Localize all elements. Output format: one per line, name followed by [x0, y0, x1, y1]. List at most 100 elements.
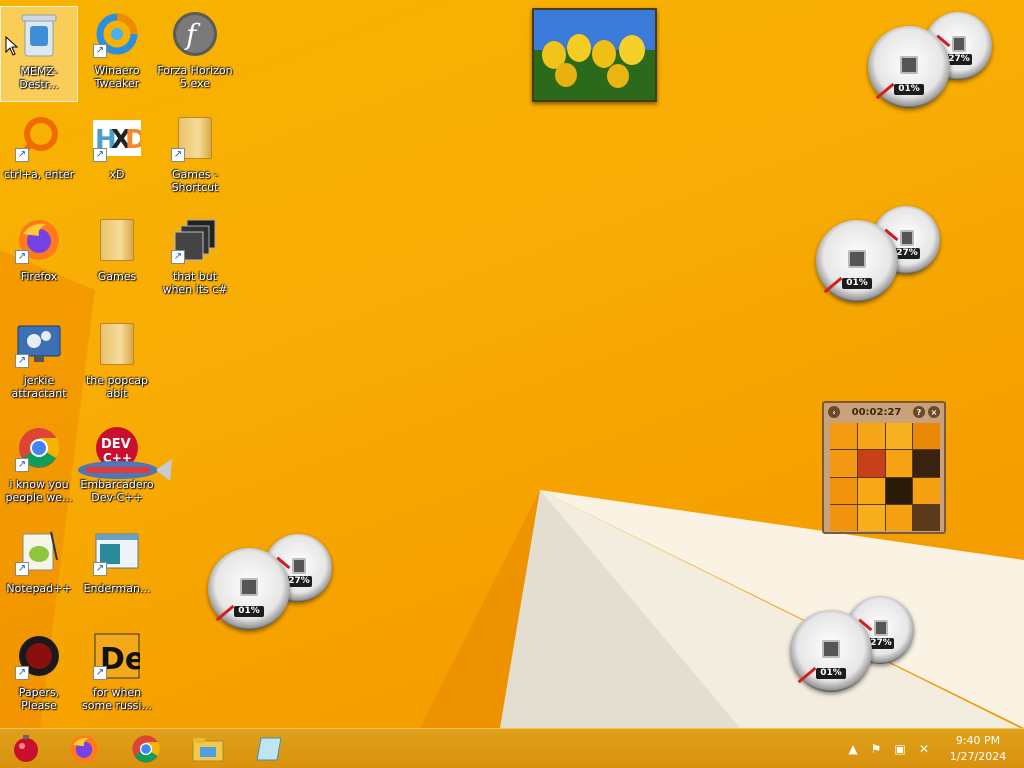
cpu-percent: 01% [816, 668, 846, 679]
notepad-plus-plus-icon: ↗ [15, 528, 63, 576]
desktop-icon-firefox[interactable]: ↗ Firefox [0, 212, 78, 308]
icon-label: xD [109, 168, 125, 181]
shortcut-arrow-icon: ↗ [93, 148, 107, 162]
help-icon[interactable]: ? [913, 406, 925, 418]
start-button[interactable] [0, 731, 52, 767]
folder-icon [93, 216, 141, 264]
puzzle-tile[interactable] [857, 477, 885, 504]
svg-text:DEV: DEV [101, 437, 131, 452]
cpu-gauge: 01% [790, 610, 872, 692]
icon-label: Notepad++ [6, 582, 72, 595]
action-center-flag-icon[interactable]: ⚑ [868, 741, 884, 757]
papers-please-icon: ↗ [15, 632, 63, 680]
puzzle-tile[interactable] [830, 504, 857, 531]
icon-label: Games [97, 270, 137, 283]
desktop-icon-popcap[interactable]: the popcap abit [78, 316, 156, 412]
monitor-gear-icon: ↗ [15, 320, 63, 368]
taskbar-clock[interactable]: 9:40 PM 1/27/2024 [940, 733, 1016, 765]
taskbar-firefox[interactable] [58, 731, 110, 767]
desktop-icon-notepad-plus-plus[interactable]: ↗ Notepad++ [0, 524, 78, 620]
desktop-icon-games-shortcut[interactable]: ↗ Games - Shortcut [156, 110, 234, 206]
icon-label: for when some russi... [82, 686, 152, 712]
show-hidden-icons-icon[interactable]: ▲ [845, 741, 861, 757]
desktop-icon-papers-please[interactable]: ↗ Papers, Please [0, 628, 78, 724]
icon-label: Papers, Please [18, 686, 60, 712]
icon-label: that but when its c# [162, 270, 228, 296]
shortcut-arrow-icon: ↗ [15, 562, 29, 576]
cpu-meter-gadget-3[interactable]: 27% 01% [208, 534, 334, 630]
icon-label: ctrl+a, enter [3, 168, 75, 181]
puzzle-tile[interactable] [913, 450, 940, 477]
taskbar-notepad[interactable] [244, 731, 296, 767]
shortcut-arrow-icon: ↗ [15, 250, 29, 264]
puzzle-tile[interactable] [885, 450, 913, 477]
volume-muted-icon[interactable]: ✕ [916, 741, 932, 757]
shortcut-arrow-icon: ↗ [171, 250, 185, 264]
back-icon[interactable]: ‹ [828, 406, 840, 418]
tulips-photo [534, 10, 655, 100]
notepad-icon [256, 737, 282, 761]
shortcut-arrow-icon: ↗ [15, 148, 29, 162]
taskbar-chrome[interactable] [120, 731, 172, 767]
desktop-icon-chrome[interactable]: ↗ i know you people we... [0, 420, 78, 516]
puzzle-tile[interactable] [885, 477, 913, 504]
recycle-bin-icon [15, 11, 63, 59]
puzzle-tile[interactable] [913, 477, 940, 504]
puzzle-tile[interactable] [830, 423, 857, 450]
file-explorer-icon [192, 738, 224, 762]
desktop-icon-games[interactable]: Games [78, 212, 156, 308]
taskbar-file-explorer[interactable] [182, 731, 234, 767]
de-icon: De ↗ [93, 632, 141, 680]
puzzle-tile[interactable] [857, 450, 885, 477]
puzzle-tile[interactable] [857, 504, 885, 531]
window-icon: ↗ [93, 528, 141, 576]
cpu-meter-gadget-2[interactable]: 27% 01% [816, 206, 942, 302]
svg-text:D: D [125, 125, 141, 155]
puzzle-empty-slot [913, 504, 940, 531]
desktop-icon-jerkie-attractant[interactable]: ↗ jerkie attractant [0, 316, 78, 412]
shortcut-arrow-icon: ↗ [15, 354, 29, 368]
desktop-icon-winaero-tweaker[interactable]: ↗ Winaero Tweaker [78, 6, 156, 102]
cpu-percent: 01% [894, 84, 924, 95]
chrome-icon [132, 735, 160, 763]
cpu-percent: 01% [842, 278, 872, 289]
firefox-icon: ↗ [15, 216, 63, 264]
desktop-icon-enderman[interactable]: ↗ Enderman... [78, 524, 156, 620]
puzzle-tile[interactable] [885, 504, 913, 531]
puzzle-tile[interactable] [885, 423, 913, 450]
puzzle-tile[interactable] [830, 477, 857, 504]
taskbar: ▲ ⚑ ▣ ✕ 9:40 PM 1/27/2024 [0, 728, 1024, 768]
network-icon[interactable]: ▣ [892, 741, 908, 757]
desktop-icon-de[interactable]: De ↗ for when some russi... [78, 628, 156, 724]
desktop-icon-forza[interactable]: f Forza Horizon 5.exe [156, 6, 234, 102]
cpu-gauge: 01% [868, 26, 950, 108]
clock-date: 1/27/2024 [949, 750, 1007, 763]
cpu-percent: 01% [234, 606, 264, 617]
icon-label: Forza Horizon 5.exe [157, 64, 233, 90]
puzzle-tile[interactable] [857, 423, 885, 450]
desktop-icon-csharp[interactable]: ↗ that but when its c# [156, 212, 234, 308]
desktop-fish-icon [78, 459, 172, 481]
icon-label: jerkie attractant [11, 374, 67, 400]
puzzle-tile[interactable] [830, 450, 857, 477]
picture-puzzle-gadget[interactable]: ‹ 00:02:27 ? × [822, 401, 946, 534]
shortcut-arrow-icon: ↗ [93, 666, 107, 680]
puzzle-timer: 00:02:27 [851, 406, 902, 418]
winaero-tweaker-icon: ↗ [93, 10, 141, 58]
hxd-hex-editor-icon: HXD ↗ [93, 114, 141, 162]
desktop-icon-xd[interactable]: HXD ↗ xD [78, 110, 156, 206]
puzzle-tile[interactable] [913, 423, 940, 450]
slideshow-gadget[interactable] [532, 8, 657, 102]
shortcut-arrow-icon: ↗ [93, 44, 107, 58]
flash-player-icon: f [171, 10, 219, 58]
search-lens-icon: ↗ [15, 114, 63, 162]
folder-icon: ↗ [171, 114, 219, 162]
close-icon[interactable]: × [928, 406, 940, 418]
desktop-icon-ctrl-a[interactable]: ↗ ctrl+a, enter [0, 110, 78, 206]
cpu-meter-gadget-1[interactable]: 27% 01% [868, 12, 994, 108]
clock-time: 9:40 PM [955, 734, 1001, 747]
shortcut-arrow-icon: ↗ [93, 562, 107, 576]
cpu-meter-gadget-4[interactable]: 27% 01% [790, 596, 916, 692]
folder-icon [93, 320, 141, 368]
icon-label: MEMZ-Destr... [19, 65, 59, 91]
